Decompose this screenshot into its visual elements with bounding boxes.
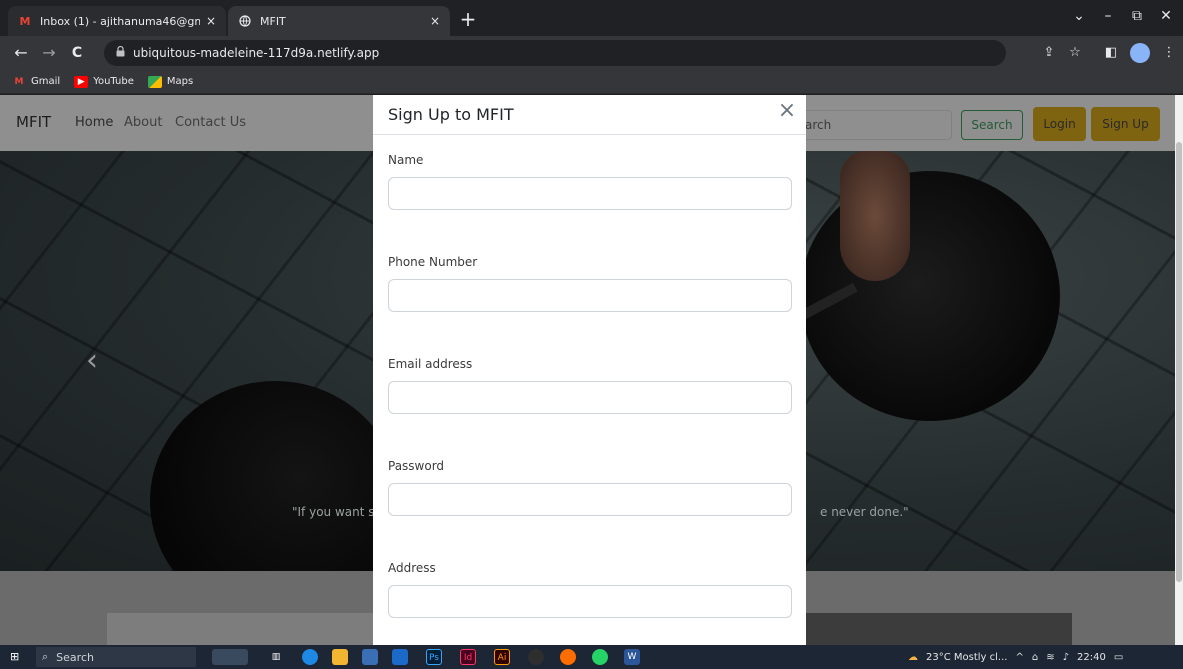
name-input[interactable]: [388, 177, 792, 210]
widgets-icon[interactable]: [212, 649, 248, 665]
clock[interactable]: 22:40: [1077, 652, 1106, 663]
signup-button[interactable]: Sign Up: [1091, 107, 1160, 141]
email-input[interactable]: [388, 381, 792, 414]
tab-title: MFIT: [260, 14, 286, 28]
youtube-icon: ▶: [74, 75, 89, 88]
card-image: [107, 613, 407, 645]
app-icon[interactable]: [528, 649, 544, 665]
weather-icon: ☁: [908, 651, 918, 663]
lock-icon: [116, 45, 125, 60]
network-icon[interactable]: ⌂: [1032, 652, 1038, 663]
name-label: Name: [388, 153, 424, 167]
bookmark-maps[interactable]: Maps: [147, 75, 194, 88]
edge-icon[interactable]: [302, 649, 318, 665]
windows-start-icon[interactable]: ⊞: [10, 650, 24, 664]
browser-toolbar: ← → C ubiquitous-madeleine-117d9a.netlif…: [0, 36, 1183, 70]
back-button[interactable]: ←: [8, 40, 34, 66]
modal-title: Sign Up to MFIT: [388, 105, 514, 124]
close-icon[interactable]: ×: [774, 97, 800, 125]
address-input[interactable]: [388, 585, 792, 618]
site-search-button[interactable]: Search: [961, 110, 1023, 140]
arm-image: [840, 151, 910, 281]
site-brand[interactable]: MFIT: [16, 113, 51, 131]
nav-home[interactable]: Home: [75, 115, 113, 130]
bookmark-label: Gmail: [31, 76, 61, 87]
restore-button[interactable]: ⧉: [1123, 4, 1151, 28]
address-label: Address: [388, 561, 436, 575]
tab-mfit[interactable]: MFIT ×: [228, 6, 450, 36]
minimize-button[interactable]: –: [1094, 4, 1122, 28]
bookmark-gmail[interactable]: M Gmail: [12, 76, 61, 88]
profile-avatar-icon[interactable]: [1130, 43, 1150, 63]
bookmark-star-icon[interactable]: ☆: [1064, 42, 1086, 64]
tab-close-icon[interactable]: ×: [206, 14, 216, 28]
close-window-button[interactable]: ✕: [1152, 4, 1180, 28]
url-text: ubiquitous-madeleine-117d9a.netlify.app: [133, 46, 380, 60]
system-tray: ☁ 23°C Mostly cl... ^ ⌂ ≋ ♪ 22:40 ▭: [908, 645, 1131, 669]
gmail-icon: M: [19, 14, 31, 28]
signup-modal: Sign Up to MFIT × Name Phone Number Emai…: [373, 95, 806, 645]
carousel-caption: "If you want s: [292, 505, 375, 519]
share-icon[interactable]: ⇪: [1038, 42, 1060, 64]
reload-button[interactable]: C: [64, 40, 90, 66]
globe-icon: [238, 14, 252, 28]
email-label: Email address: [388, 357, 473, 371]
taskbar-search[interactable]: ⌕ Search: [36, 647, 196, 667]
indesign-icon[interactable]: Id: [460, 649, 476, 665]
tab-search-icon[interactable]: ⌄: [1065, 4, 1093, 28]
phone-label: Phone Number: [388, 255, 478, 269]
wifi-icon[interactable]: ≋: [1046, 652, 1054, 663]
task-view-icon[interactable]: ▥: [268, 649, 284, 665]
card-image: [806, 613, 1072, 645]
new-tab-button[interactable]: +: [456, 8, 480, 32]
notification-icon[interactable]: ▭: [1114, 652, 1123, 663]
bookmarks-bar: M Gmail ▶ YouTube Maps: [0, 70, 1183, 94]
bookmark-label: YouTube: [93, 76, 134, 87]
nav-about[interactable]: About: [124, 115, 162, 130]
password-label: Password: [388, 459, 445, 473]
store-icon[interactable]: [362, 649, 378, 665]
maps-icon: [147, 75, 162, 88]
phone-input[interactable]: [388, 279, 792, 312]
scrollbar-thumb[interactable]: [1176, 142, 1182, 582]
gmail-icon: M: [14, 76, 24, 87]
search-icon: ⌕: [42, 650, 49, 663]
browser-menu-icon[interactable]: ⋮: [1158, 42, 1180, 64]
illustrator-icon[interactable]: Ai: [494, 649, 510, 665]
carousel-prev-icon[interactable]: ‹: [86, 341, 106, 381]
login-button[interactable]: Login: [1033, 107, 1086, 141]
word-icon[interactable]: W: [624, 649, 640, 665]
tab-bar: M Inbox (1) - ajithanuma46@gmail. × MFIT…: [0, 0, 1183, 36]
file-explorer-icon[interactable]: [332, 649, 348, 665]
taskbar-search-label: Search: [56, 650, 94, 664]
carousel-caption: e never done.": [820, 505, 909, 519]
forward-button[interactable]: →: [36, 40, 62, 66]
modal-header: Sign Up to MFIT ×: [373, 95, 806, 135]
tab-close-icon[interactable]: ×: [430, 14, 440, 28]
bookmark-youtube[interactable]: ▶ YouTube: [74, 75, 134, 88]
tab-gmail[interactable]: M Inbox (1) - ajithanuma46@gmail. ×: [8, 6, 226, 36]
whatsapp-icon[interactable]: [592, 649, 608, 665]
volume-icon[interactable]: ♪: [1063, 652, 1069, 663]
barbell-plate-image: [150, 381, 400, 571]
site-search-input[interactable]: arch: [800, 110, 952, 140]
chrome-icon[interactable]: [560, 649, 576, 665]
tray-chevron-icon[interactable]: ^: [1015, 652, 1023, 663]
taskbar: ⊞ ⌕ Search ▥ Ps Id Ai W ☁ 23°C Mostly cl…: [0, 645, 1183, 669]
tab-title: Inbox (1) - ajithanuma46@gmail.: [40, 14, 200, 28]
side-panel-icon[interactable]: ◧: [1100, 42, 1122, 64]
weather-text[interactable]: 23°C Mostly cl...: [926, 652, 1007, 663]
nav-contact[interactable]: Contact Us: [175, 115, 246, 130]
password-input[interactable]: [388, 483, 792, 516]
photoshop-icon[interactable]: Ps: [426, 649, 442, 665]
bookmark-label: Maps: [166, 76, 194, 87]
address-bar[interactable]: ubiquitous-madeleine-117d9a.netlify.app: [104, 40, 1006, 66]
mail-icon[interactable]: [392, 649, 408, 665]
